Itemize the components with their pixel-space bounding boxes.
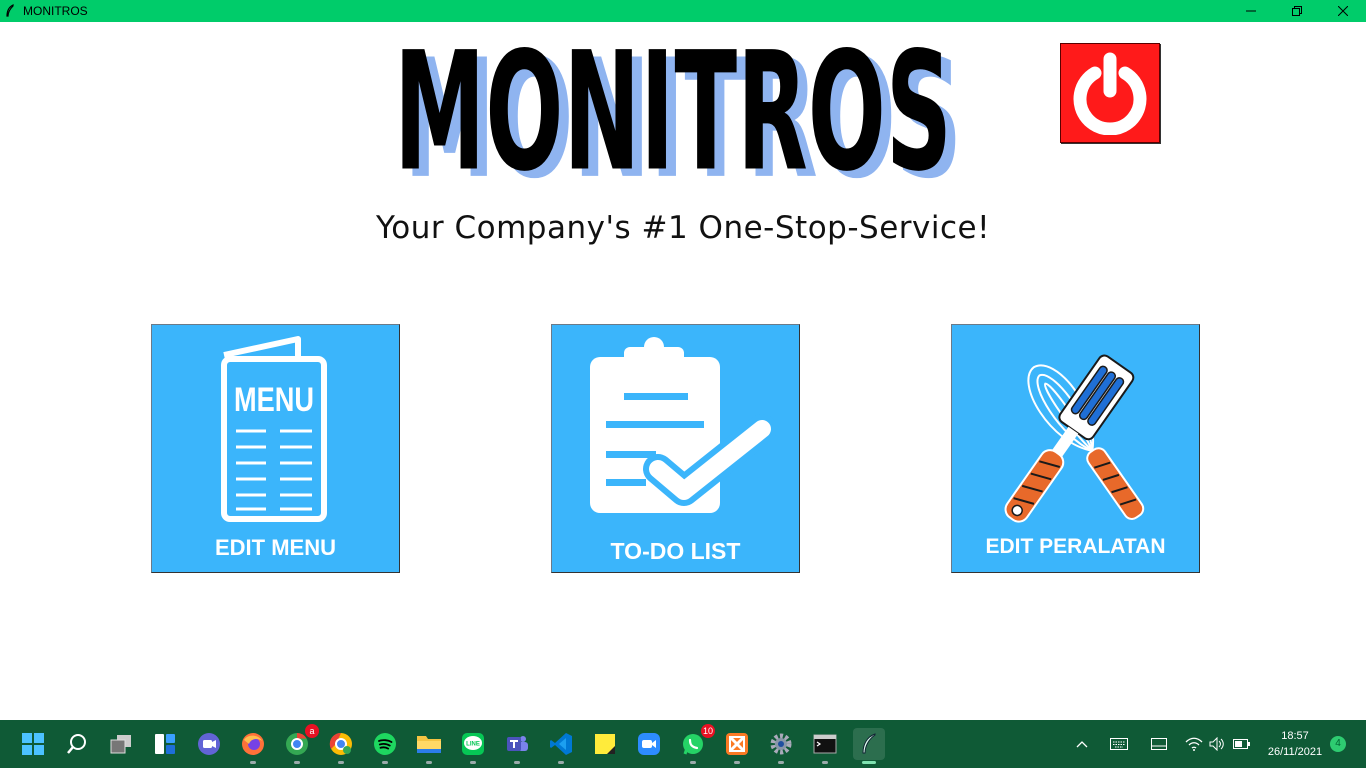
running-indicator (778, 761, 784, 764)
teams-button[interactable] (501, 728, 533, 764)
spotify-button[interactable] (369, 728, 401, 764)
minimize-button[interactable] (1228, 0, 1274, 22)
close-button[interactable] (1320, 0, 1366, 22)
video-chat-button[interactable] (193, 728, 225, 760)
terminal-icon (813, 734, 837, 754)
notification-count-badge[interactable]: 4 (1330, 736, 1346, 752)
volume-icon (1209, 737, 1224, 751)
chevron-up-icon (1076, 741, 1088, 748)
todo-list-button[interactable]: TO-DO LIST (551, 324, 800, 573)
line-icon: LINE (462, 733, 484, 755)
keyboard-icon (1110, 738, 1128, 750)
feather-icon (5, 4, 17, 18)
menu-card-icon: MENU (221, 336, 327, 522)
search-icon (67, 734, 86, 754)
edit-menu-label: EDIT MENU (215, 535, 336, 560)
close-icon (1338, 6, 1348, 16)
chrome-button[interactable] (325, 728, 357, 764)
power-icon (1073, 52, 1147, 135)
running-indicator (338, 761, 344, 764)
xampp-icon (726, 733, 748, 755)
keyboard-button[interactable] (1106, 720, 1132, 768)
monitros-logo: MONITROS MONITROS (394, 36, 962, 186)
search-button[interactable] (61, 728, 93, 760)
svg-text:MENU: MENU (234, 381, 314, 419)
running-indicator (558, 761, 564, 764)
restore-button[interactable] (1274, 0, 1320, 22)
settings-button[interactable] (765, 728, 797, 764)
minimize-icon (1246, 10, 1256, 12)
taskbar: a LINE 10 18:57 26/11/2021 4 (0, 720, 1366, 768)
chrome-icon (329, 732, 352, 755)
video-chat-icon (198, 733, 220, 755)
notification-badge: a (305, 724, 319, 738)
running-indicator (470, 761, 476, 764)
volume-button[interactable] (1206, 720, 1228, 768)
restore-icon (1292, 6, 1302, 16)
notification-badge: 10 (700, 724, 715, 738)
whatsapp-icon (683, 734, 703, 755)
network-button[interactable] (1182, 720, 1206, 768)
teams-icon (507, 736, 528, 751)
wifi-icon (1185, 737, 1203, 751)
running-indicator (426, 761, 432, 764)
chrome-profile-button[interactable]: a (281, 724, 319, 764)
running-indicator (514, 761, 520, 764)
feather-icon (862, 733, 876, 754)
tablet-mode-button[interactable] (1146, 720, 1172, 768)
clock-date: 26/11/2021 (1267, 746, 1323, 758)
start-button[interactable] (17, 728, 49, 760)
svg-text:MONITROS: MONITROS (394, 36, 952, 186)
power-button[interactable] (1060, 43, 1160, 143)
monitros-taskbar-button[interactable] (853, 728, 885, 764)
clock-time: 18:57 (1281, 730, 1309, 742)
display-icon (1151, 738, 1167, 750)
zoom-icon (638, 733, 660, 755)
window-title: MONITROS (23, 4, 88, 18)
running-indicator (734, 761, 740, 764)
gear-icon (770, 733, 792, 755)
todo-list-label: TO-DO LIST (610, 538, 741, 564)
edit-peralatan-button[interactable]: EDIT PERALATAN (951, 324, 1200, 573)
widgets-button[interactable] (149, 728, 181, 760)
whatsapp-button[interactable]: 10 (677, 724, 715, 764)
svg-text:LINE: LINE (466, 742, 480, 748)
sticky-notes-button[interactable] (589, 728, 621, 760)
spotify-icon (374, 733, 396, 755)
windows-start-icon (22, 733, 44, 755)
file-explorer-button[interactable] (413, 728, 445, 764)
line-button[interactable]: LINE (457, 728, 489, 764)
running-indicator (690, 761, 696, 764)
task-view-button[interactable] (105, 728, 137, 760)
battery-icon (1233, 739, 1250, 749)
firefox-button[interactable] (237, 728, 269, 764)
running-indicator (250, 761, 256, 764)
running-indicator (822, 761, 828, 764)
chrome-profile-icon (286, 733, 308, 755)
battery-button[interactable] (1230, 720, 1254, 768)
sticky-notes-icon (595, 734, 615, 754)
running-indicator (862, 761, 876, 764)
show-hidden-icons-button[interactable] (1070, 720, 1094, 768)
zoom-button[interactable] (633, 728, 665, 760)
vscode-button[interactable] (545, 728, 577, 764)
terminal-button[interactable] (809, 728, 841, 764)
spatula-whisk-icon (1004, 354, 1145, 523)
window-titlebar: MONITROS (0, 0, 1366, 22)
system-clock[interactable]: 18:57 26/11/2021 (1262, 728, 1328, 760)
xampp-button[interactable] (721, 728, 753, 764)
firefox-icon (242, 733, 264, 755)
tagline: Your Company's #1 One-Stop-Service! (375, 210, 991, 246)
widgets-icon (155, 734, 175, 754)
task-view-icon (110, 735, 131, 754)
folder-icon (417, 736, 441, 753)
edit-peralatan-label: EDIT PERALATAN (985, 535, 1166, 558)
main-content: MONITROS MONITROS Your Company's #1 One-… (0, 22, 1366, 720)
clipboard-check-icon (590, 337, 776, 513)
vscode-icon (550, 733, 572, 755)
running-indicator (382, 761, 388, 764)
running-indicator (294, 761, 300, 764)
edit-menu-button[interactable]: MENU EDIT MENU (151, 324, 400, 573)
